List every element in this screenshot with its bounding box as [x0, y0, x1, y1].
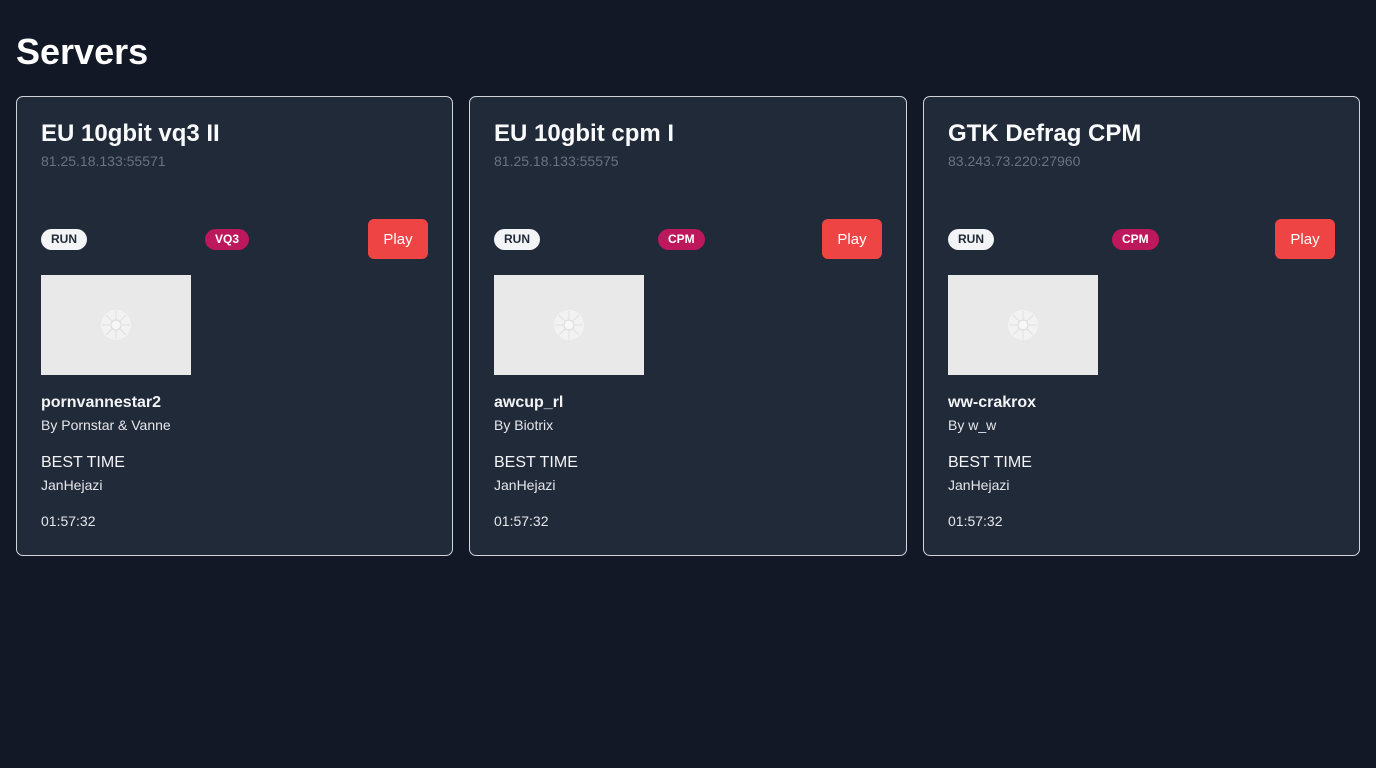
mode-badge: VQ3 [205, 229, 250, 250]
best-time-label: BEST TIME [948, 454, 1032, 471]
map-thumbnail [494, 275, 644, 375]
image-placeholder-icon [554, 310, 584, 340]
server-address: 81.25.18.133:55575 [494, 153, 619, 169]
server-grid: EU 10gbit vq3 II 81.25.18.133:55571 RUN … [16, 96, 1360, 556]
server-card: EU 10gbit cpm I 81.25.18.133:55575 RUN C… [469, 96, 907, 556]
map-author: By w_w [948, 417, 997, 433]
server-address: 83.243.73.220:27960 [948, 153, 1081, 169]
server-card: EU 10gbit vq3 II 81.25.18.133:55571 RUN … [16, 96, 453, 556]
play-button[interactable]: Play [1275, 219, 1335, 259]
server-name: EU 10gbit vq3 II [41, 120, 220, 147]
server-address: 81.25.18.133:55571 [41, 153, 166, 169]
image-placeholder-icon [1008, 310, 1038, 340]
best-player: JanHejazi [41, 477, 103, 493]
page-title: Servers [16, 31, 149, 72]
server-card: GTK Defrag CPM 83.243.73.220:27960 RUN C… [923, 96, 1360, 556]
best-player: JanHejazi [494, 477, 556, 493]
run-badge: RUN [948, 229, 994, 250]
run-badge: RUN [41, 229, 87, 250]
best-time-value: 01:57:32 [41, 513, 96, 529]
server-name: EU 10gbit cpm I [494, 120, 675, 147]
map-author: By Biotrix [494, 417, 554, 433]
image-placeholder-icon [101, 310, 131, 340]
best-time-label: BEST TIME [494, 454, 578, 471]
map-thumbnail [41, 275, 191, 375]
map-name: pornvannestar2 [41, 394, 162, 411]
map-author: By Pornstar & Vanne [41, 417, 171, 433]
map-name: awcup_rl [494, 394, 564, 411]
best-time-value: 01:57:32 [948, 513, 1003, 529]
map-thumbnail [948, 275, 1098, 375]
best-time-value: 01:57:32 [494, 513, 549, 529]
mode-badge: CPM [1112, 229, 1159, 250]
map-name: ww-crakrox [948, 394, 1037, 411]
best-time-label: BEST TIME [41, 454, 125, 471]
server-name: GTK Defrag CPM [948, 120, 1142, 147]
best-player: JanHejazi [948, 477, 1010, 493]
play-button[interactable]: Play [368, 219, 428, 259]
run-badge: RUN [494, 229, 540, 250]
mode-badge: CPM [658, 229, 705, 250]
play-button[interactable]: Play [822, 219, 882, 259]
